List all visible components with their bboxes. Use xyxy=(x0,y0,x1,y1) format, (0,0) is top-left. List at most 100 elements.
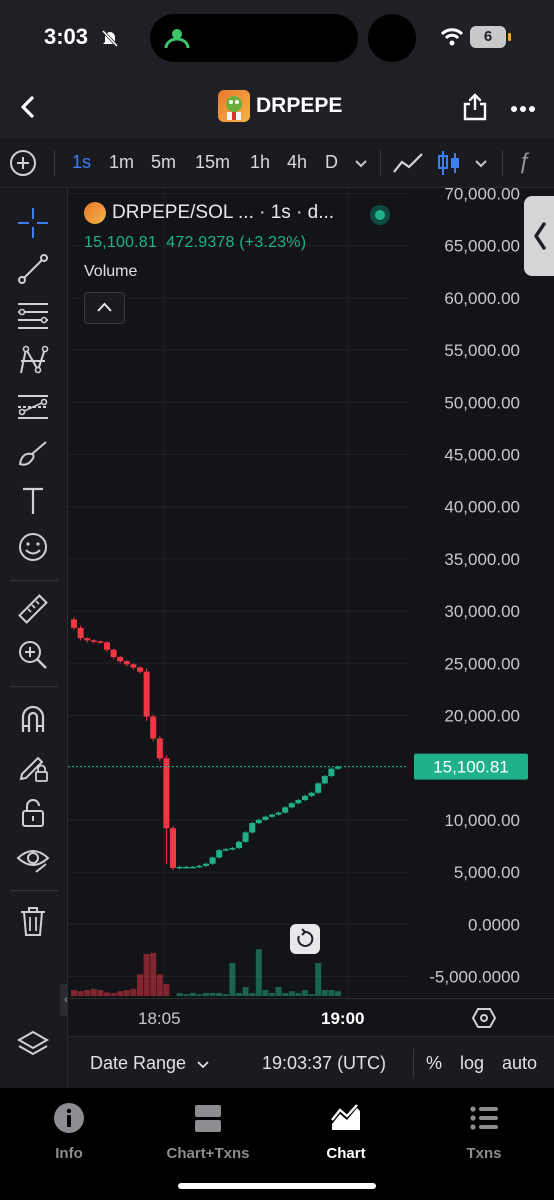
magnet-icon[interactable] xyxy=(16,702,50,736)
text-tool-icon[interactable] xyxy=(16,484,50,518)
indicators-icon[interactable]: ƒ xyxy=(518,148,530,174)
chart-pane[interactable]: 70,000.00 65,000.00 60,000.00 55,000.00 50,0… xyxy=(68,188,554,998)
timeframe-1s[interactable]: 1s xyxy=(72,152,91,173)
volume-bar xyxy=(77,991,84,996)
candle-body xyxy=(143,671,150,717)
legend-collapse-button[interactable] xyxy=(84,292,125,324)
fib-lines-icon[interactable] xyxy=(16,298,50,332)
split-view-icon xyxy=(195,1105,221,1132)
utc-clock[interactable]: 19:03:37 (UTC) xyxy=(262,1053,386,1074)
volume-bar xyxy=(104,992,110,996)
share-icon[interactable] xyxy=(462,92,488,127)
chevron-down-icon xyxy=(197,1061,209,1069)
drawing-toolbar xyxy=(0,188,68,1088)
candle-body xyxy=(163,758,170,829)
emoji-icon[interactable] xyxy=(16,530,50,564)
candle-body xyxy=(90,640,97,642)
candle-body xyxy=(222,849,229,851)
price-label: 60,000.00 xyxy=(444,289,520,308)
candle-body xyxy=(308,792,315,796)
price-label: 0.0000 xyxy=(468,915,520,934)
token-logo-icon xyxy=(218,90,250,122)
candle-body xyxy=(321,776,328,784)
volume-bar xyxy=(321,990,328,996)
symbol-title[interactable]: DRPEPE/SOL ... · 1s · d... xyxy=(112,202,334,224)
candle-body xyxy=(189,866,196,869)
layers-icon[interactable] xyxy=(16,1026,50,1060)
tab-info-label: Info xyxy=(55,1145,83,1162)
candle-body xyxy=(295,800,302,804)
candle-body xyxy=(229,848,236,850)
pattern-icon[interactable] xyxy=(16,344,50,378)
timeframe-1m[interactable]: 1m xyxy=(109,152,134,173)
timeframe-1h[interactable]: 1h xyxy=(250,152,270,173)
tools-divider xyxy=(10,686,58,687)
volume-bar xyxy=(315,963,322,996)
price-label: 10,000.00 xyxy=(444,811,520,830)
candle-body xyxy=(249,823,256,833)
market-status-icon xyxy=(370,205,390,225)
chart-footer: Date Range 19:03:37 (UTC) % log auto xyxy=(68,1036,554,1088)
volume-bar xyxy=(288,991,295,996)
time-axis[interactable]: 18:05 19:00 xyxy=(68,998,554,1036)
timeframe-4h[interactable]: 4h xyxy=(287,152,307,173)
current-price-label: 15,100.81 xyxy=(433,758,509,777)
timeframe-5m[interactable]: 5m xyxy=(151,152,176,173)
status-time: 3:03 xyxy=(44,24,89,49)
volume-bar xyxy=(328,990,335,996)
reset-chart-button[interactable] xyxy=(290,924,320,954)
legend-change: 472.9378 (+3.23%) xyxy=(166,234,307,251)
forecast-icon[interactable] xyxy=(16,390,50,424)
line-chart-icon[interactable] xyxy=(392,150,424,181)
info-icon xyxy=(54,1103,84,1133)
trend-line-icon[interactable] xyxy=(16,252,50,286)
volume-bar xyxy=(236,993,242,996)
volume-bar xyxy=(255,949,262,996)
auto-toggle[interactable]: auto xyxy=(502,1053,537,1074)
trash-icon[interactable] xyxy=(16,904,50,938)
price-label: 5,000.00 xyxy=(454,863,520,882)
timeframe-15m[interactable]: 15m xyxy=(195,152,230,173)
timeframe-d[interactable]: D xyxy=(325,152,338,173)
side-panel-toggle[interactable] xyxy=(524,196,554,276)
brush-icon[interactable] xyxy=(16,436,50,470)
lock-drawing-icon[interactable] xyxy=(16,750,50,784)
percent-toggle[interactable]: % xyxy=(426,1053,442,1074)
list-icon xyxy=(470,1106,498,1130)
add-symbol-icon[interactable] xyxy=(10,150,36,176)
candlestick-icon[interactable] xyxy=(436,148,462,183)
price-label: 50,000.00 xyxy=(444,393,520,412)
chevron-up-icon xyxy=(97,302,112,312)
volume-bar xyxy=(282,993,289,996)
candle-body xyxy=(156,738,163,759)
candle-body xyxy=(77,627,84,639)
crosshair-icon[interactable] xyxy=(16,206,50,240)
tab-txns-label: Txns xyxy=(466,1145,502,1162)
unlock-icon[interactable] xyxy=(16,796,50,830)
price-label: 30,000.00 xyxy=(444,602,520,621)
log-toggle[interactable]: log xyxy=(460,1053,484,1074)
tab-chart[interactable]: Chart xyxy=(286,1102,406,1162)
price-label: 40,000.00 xyxy=(444,498,520,517)
back-icon[interactable] xyxy=(14,92,44,122)
ruler-icon[interactable] xyxy=(16,592,50,626)
more-icon[interactable] xyxy=(510,100,536,118)
candle-body xyxy=(110,649,117,658)
price-chart[interactable]: 70,000.00 65,000.00 60,000.00 55,000.00 50,0… xyxy=(68,188,554,998)
legend-close: 15,100.81 xyxy=(84,234,157,251)
volume-bar xyxy=(229,963,236,996)
hexagon-settings-icon[interactable] xyxy=(471,1007,497,1034)
date-range-button[interactable]: Date Range xyxy=(90,1053,209,1074)
eye-icon[interactable] xyxy=(16,842,50,876)
chevron-down-icon[interactable] xyxy=(354,156,368,174)
price-label: 55,000.00 xyxy=(444,341,520,360)
price-label: 20,000.00 xyxy=(444,707,520,726)
tab-info[interactable]: Info xyxy=(9,1102,129,1162)
tab-txns[interactable]: Txns xyxy=(424,1102,544,1162)
candle-body xyxy=(150,716,157,739)
date-range-label: Date Range xyxy=(90,1053,187,1073)
zoom-in-icon[interactable] xyxy=(16,638,50,672)
tab-chart-label: Chart xyxy=(326,1145,366,1162)
tab-chart-txns[interactable]: Chart+Txns xyxy=(148,1102,268,1162)
chevron-down-icon[interactable] xyxy=(474,156,488,174)
